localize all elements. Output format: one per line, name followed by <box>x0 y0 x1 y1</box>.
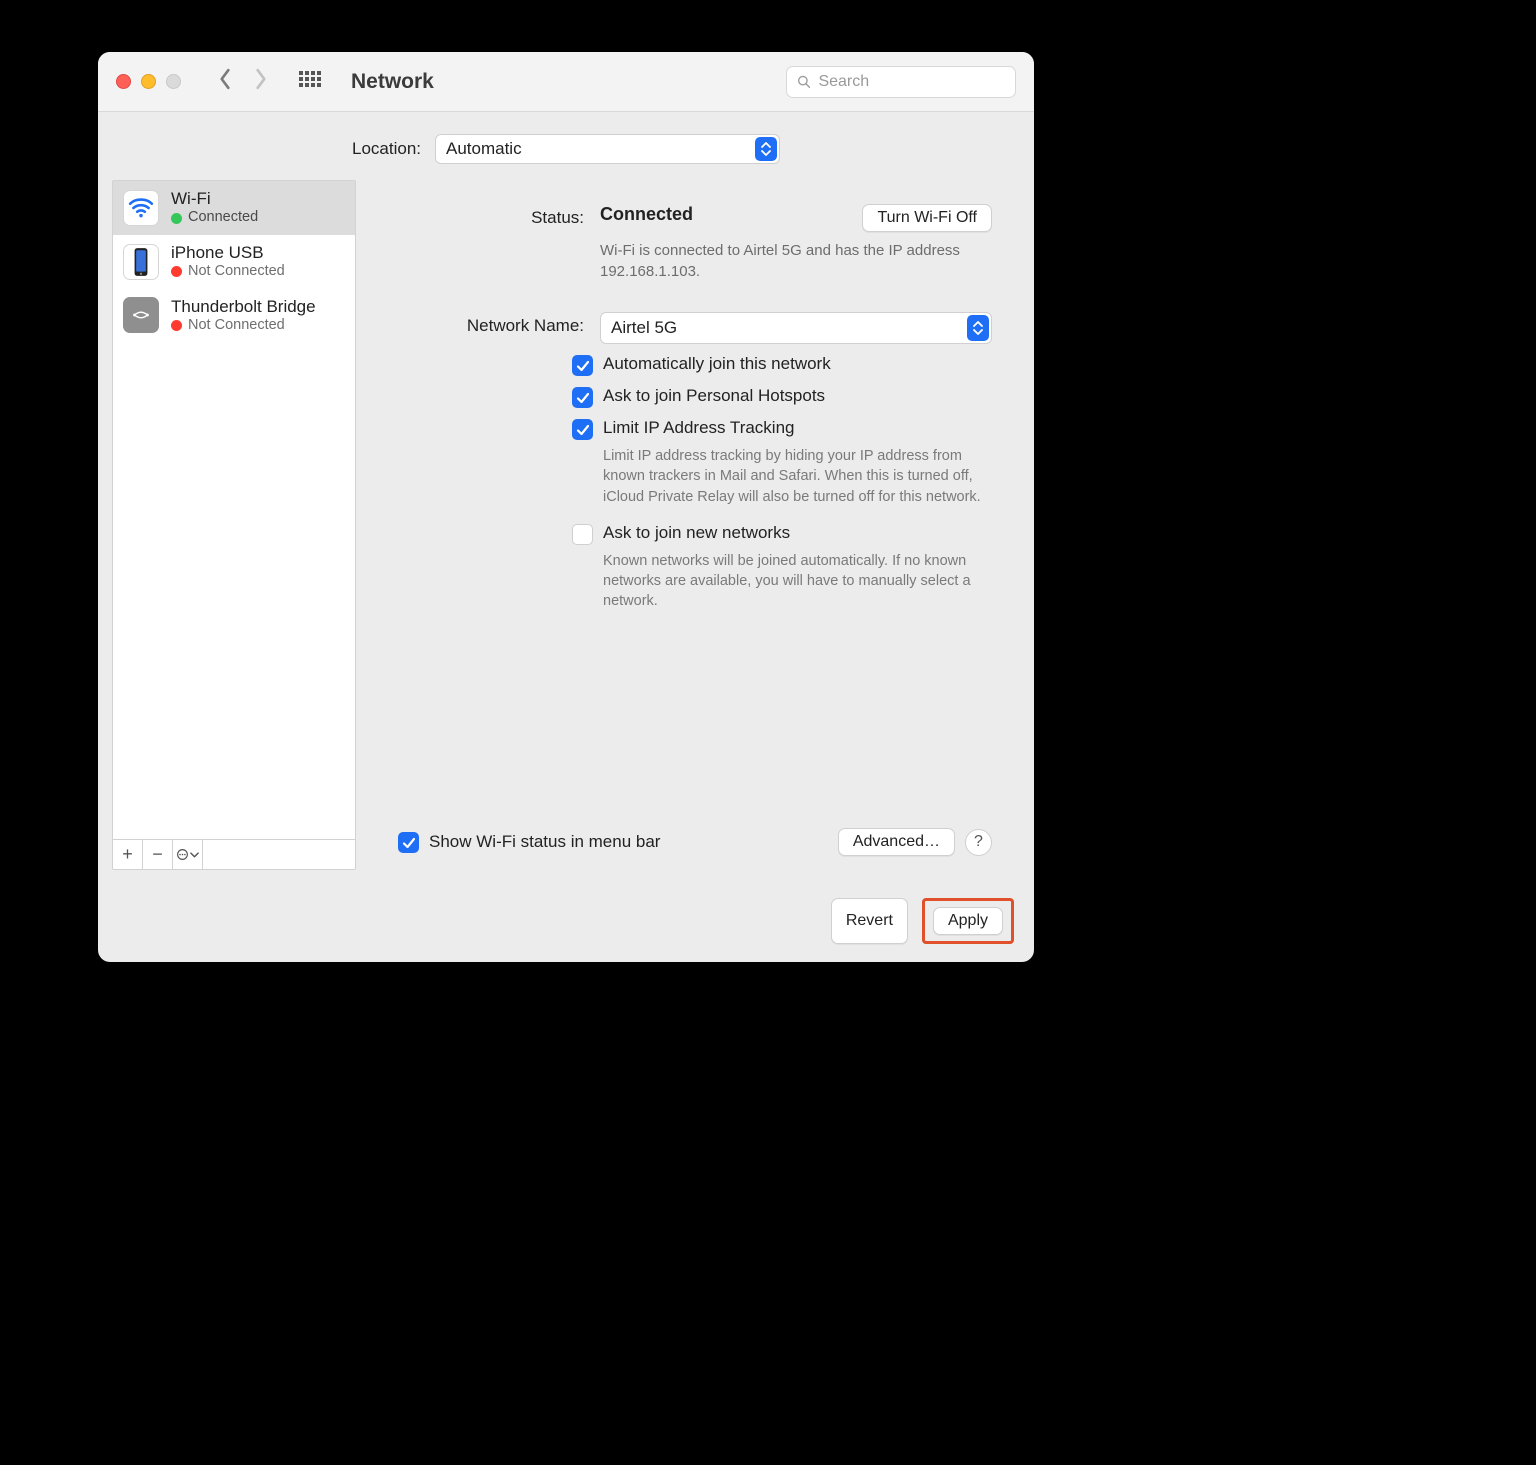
connection-status: Not Connected <box>188 317 285 334</box>
bottom-row: Show Wi-Fi status in menu bar Advanced… … <box>370 828 1020 870</box>
status-label: Status: <box>398 204 584 228</box>
status-dot-icon <box>171 213 182 224</box>
limit-ip-label: Limit IP Address Tracking <box>603 418 795 438</box>
limit-ip-hint: Limit IP address tracking by hiding your… <box>603 446 992 507</box>
show-status-label: Show Wi-Fi status in menu bar <box>429 832 660 852</box>
apply-button[interactable]: Apply <box>933 907 1003 935</box>
more-icon <box>176 848 189 861</box>
forward-button[interactable] <box>253 68 269 95</box>
back-button[interactable] <box>217 68 233 95</box>
status-dot-icon <box>171 266 182 277</box>
remove-connection-button[interactable]: − <box>143 840 173 869</box>
maximize-window-button <box>166 74 181 89</box>
minimize-window-button[interactable] <box>141 74 156 89</box>
footer-row: Revert Apply <box>98 884 1034 962</box>
network-name-select[interactable]: Airtel 5G <box>600 312 992 344</box>
location-row: Location: Automatic <box>98 112 1034 180</box>
ask-hotspot-checkbox-row: Ask to join Personal Hotspots <box>572 386 1020 408</box>
search-input[interactable] <box>818 73 1005 91</box>
auto-join-checkbox[interactable] <box>572 355 593 376</box>
auto-join-checkbox-row: Automatically join this network <box>572 354 1020 376</box>
connection-name: Wi-Fi <box>171 189 258 209</box>
connection-wifi[interactable]: Wi-Fi Connected <box>113 181 355 235</box>
ask-new-hint: Known networks will be joined automatica… <box>603 551 992 612</box>
wifi-toggle-button[interactable]: Turn Wi-Fi Off <box>862 204 992 232</box>
limit-ip-checkbox-row: Limit IP Address Tracking <box>572 418 1020 440</box>
show-all-prefs-button[interactable] <box>299 71 321 93</box>
advanced-button[interactable]: Advanced… <box>838 828 955 856</box>
chevron-down-icon <box>190 850 199 859</box>
close-window-button[interactable] <box>116 74 131 89</box>
connection-thunderbolt[interactable]: Thunderbolt Bridge Not Connected <box>113 289 355 343</box>
more-actions-button[interactable] <box>173 840 203 869</box>
connection-name: Thunderbolt Bridge <box>171 297 316 317</box>
sidebar-footer: + − <box>113 839 355 869</box>
window-controls <box>116 74 181 89</box>
location-select[interactable]: Automatic <box>435 134 780 164</box>
connections-list: Wi-Fi Connected iPhone USB <box>113 181 355 839</box>
connections-sidebar: Wi-Fi Connected iPhone USB <box>112 180 356 870</box>
connection-iphone-usb[interactable]: iPhone USB Not Connected <box>113 235 355 289</box>
connection-name: iPhone USB <box>171 243 285 263</box>
status-description: Wi-Fi is connected to Airtel 5G and has … <box>398 240 992 282</box>
add-connection-button[interactable]: + <box>113 840 143 869</box>
ask-hotspot-checkbox[interactable] <box>572 387 593 408</box>
thunderbolt-icon <box>123 297 159 333</box>
window-title: Network <box>351 70 434 94</box>
connection-status: Connected <box>188 209 258 226</box>
ask-new-label: Ask to join new networks <box>603 523 790 543</box>
revert-button[interactable]: Revert <box>831 898 908 944</box>
help-button[interactable]: ? <box>965 829 992 856</box>
search-field[interactable] <box>786 66 1016 98</box>
network-prefs-window: Network Location: Automatic <box>98 52 1034 962</box>
main-panel: Status: Connected Turn Wi-Fi Off Wi-Fi i… <box>370 180 1020 870</box>
location-value: Automatic <box>446 139 522 159</box>
ask-hotspot-label: Ask to join Personal Hotspots <box>603 386 825 406</box>
limit-ip-checkbox[interactable] <box>572 419 593 440</box>
show-status-checkbox[interactable] <box>398 832 419 853</box>
auto-join-label: Automatically join this network <box>603 354 831 374</box>
select-stepper-icon <box>755 137 777 161</box>
status-dot-icon <box>171 320 182 331</box>
apply-highlight: Apply <box>922 898 1014 944</box>
wifi-icon <box>123 190 159 226</box>
ask-new-checkbox-row: Ask to join new networks <box>572 523 1020 545</box>
iphone-icon <box>123 244 159 280</box>
ask-new-checkbox[interactable] <box>572 524 593 545</box>
toolbar: Network <box>98 52 1034 112</box>
network-name-value: Airtel 5G <box>611 318 677 338</box>
sidebar-footer-spacer <box>203 840 355 869</box>
search-icon <box>797 74 810 89</box>
status-value: Connected <box>600 204 693 225</box>
nav-arrows <box>217 68 269 95</box>
select-stepper-icon <box>967 315 989 341</box>
connection-status: Not Connected <box>188 263 285 280</box>
location-label: Location: <box>352 139 421 159</box>
network-name-label: Network Name: <box>398 312 584 336</box>
body: Wi-Fi Connected iPhone USB <box>98 180 1034 884</box>
